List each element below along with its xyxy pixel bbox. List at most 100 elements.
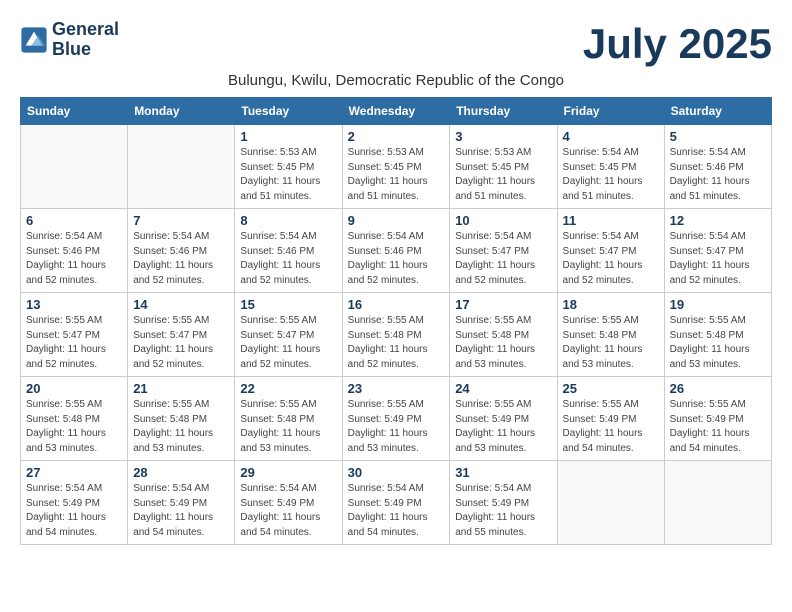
day-number: 31 (455, 465, 551, 480)
day-detail: Sunrise: 5:54 AM Sunset: 5:46 PM Dayligh… (240, 230, 336, 288)
calendar-subtitle: Bulungu, Kwilu, Democratic Republic of t… (20, 72, 772, 89)
calendar-cell: 27 Sunrise: 5:54 AM Sunset: 5:49 PM Dayli… (21, 461, 128, 545)
calendar-cell: 14 Sunrise: 5:55 AM Sunset: 5:47 PM Dayli… (128, 293, 235, 377)
day-detail: Sunrise: 5:54 AM Sunset: 5:46 PM Dayligh… (670, 146, 766, 204)
day-number: 13 (26, 297, 122, 312)
day-number: 20 (26, 381, 122, 396)
day-detail: Sunrise: 5:55 AM Sunset: 5:48 PM Dayligh… (348, 314, 445, 372)
day-number: 23 (348, 381, 445, 396)
day-number: 1 (240, 129, 336, 144)
day-detail: Sunrise: 5:54 AM Sunset: 5:46 PM Dayligh… (348, 230, 445, 288)
day-number: 5 (670, 129, 766, 144)
page-header: General Blue July 2025 (20, 20, 772, 68)
day-number: 7 (133, 213, 229, 228)
calendar-cell: 23 Sunrise: 5:55 AM Sunset: 5:49 PM Dayli… (342, 377, 450, 461)
day-number: 4 (563, 129, 659, 144)
day-number: 15 (240, 297, 336, 312)
day-detail: Sunrise: 5:54 AM Sunset: 5:49 PM Dayligh… (240, 482, 336, 540)
calendar-table: SundayMondayTuesdayWednesdayThursdayFrid… (20, 97, 772, 545)
calendar-cell: 5 Sunrise: 5:54 AM Sunset: 5:46 PM Daylig… (664, 125, 771, 209)
day-detail: Sunrise: 5:55 AM Sunset: 5:49 PM Dayligh… (455, 398, 551, 456)
calendar-week-row: 1 Sunrise: 5:53 AM Sunset: 5:45 PM Daylig… (21, 125, 772, 209)
day-detail: Sunrise: 5:54 AM Sunset: 5:49 PM Dayligh… (26, 482, 122, 540)
calendar-cell: 24 Sunrise: 5:55 AM Sunset: 5:49 PM Dayli… (450, 377, 557, 461)
day-number: 27 (26, 465, 122, 480)
day-detail: Sunrise: 5:55 AM Sunset: 5:48 PM Dayligh… (26, 398, 122, 456)
calendar-cell: 6 Sunrise: 5:54 AM Sunset: 5:46 PM Daylig… (21, 209, 128, 293)
day-number: 25 (563, 381, 659, 396)
day-number: 9 (348, 213, 445, 228)
day-number: 24 (455, 381, 551, 396)
day-of-week-header: Tuesday (235, 98, 342, 125)
day-number: 6 (26, 213, 122, 228)
calendar-cell: 10 Sunrise: 5:54 AM Sunset: 5:47 PM Dayli… (450, 209, 557, 293)
calendar-cell: 31 Sunrise: 5:54 AM Sunset: 5:49 PM Dayli… (450, 461, 557, 545)
calendar-week-row: 6 Sunrise: 5:54 AM Sunset: 5:46 PM Daylig… (21, 209, 772, 293)
logo-text: General Blue (52, 20, 119, 60)
calendar-cell: 15 Sunrise: 5:55 AM Sunset: 5:47 PM Dayli… (235, 293, 342, 377)
calendar-cell: 19 Sunrise: 5:55 AM Sunset: 5:48 PM Dayli… (664, 293, 771, 377)
day-number: 22 (240, 381, 336, 396)
day-detail: Sunrise: 5:55 AM Sunset: 5:47 PM Dayligh… (240, 314, 336, 372)
day-of-week-header: Saturday (664, 98, 771, 125)
day-detail: Sunrise: 5:55 AM Sunset: 5:48 PM Dayligh… (133, 398, 229, 456)
day-detail: Sunrise: 5:55 AM Sunset: 5:47 PM Dayligh… (133, 314, 229, 372)
calendar-week-row: 27 Sunrise: 5:54 AM Sunset: 5:49 PM Dayli… (21, 461, 772, 545)
day-number: 2 (348, 129, 445, 144)
calendar-cell: 26Sunrise: 5:55 AM Sunset: 5:49 PM Dayli… (664, 377, 771, 461)
day-number: 11 (563, 213, 659, 228)
day-number: 12 (670, 213, 766, 228)
calendar-cell: 29Sunrise: 5:54 AM Sunset: 5:49 PM Dayli… (235, 461, 342, 545)
calendar-cell (128, 125, 235, 209)
calendar-cell (664, 461, 771, 545)
day-number: 18 (563, 297, 659, 312)
day-number: 16 (348, 297, 445, 312)
calendar-cell (557, 461, 664, 545)
day-number: 10 (455, 213, 551, 228)
day-detail: Sunrise: 5:55 AM Sunset: 5:47 PM Dayligh… (26, 314, 122, 372)
day-number: 8 (240, 213, 336, 228)
day-number: 19 (670, 297, 766, 312)
calendar-cell: 9 Sunrise: 5:54 AM Sunset: 5:46 PM Daylig… (342, 209, 450, 293)
day-of-week-header: Sunday (21, 98, 128, 125)
day-detail: Sunrise: 5:53 AM Sunset: 5:45 PM Dayligh… (455, 146, 551, 204)
calendar-cell: 12 Sunrise: 5:54 AM Sunset: 5:47 PM Dayli… (664, 209, 771, 293)
day-number: 14 (133, 297, 229, 312)
calendar-cell: 2Sunrise: 5:53 AM Sunset: 5:45 PM Daylig… (342, 125, 450, 209)
day-of-week-header: Monday (128, 98, 235, 125)
day-detail: Sunrise: 5:55 AM Sunset: 5:48 PM Dayligh… (670, 314, 766, 372)
day-detail: Sunrise: 5:54 AM Sunset: 5:49 PM Dayligh… (348, 482, 445, 540)
calendar-week-row: 20 Sunrise: 5:55 AM Sunset: 5:48 PM Dayli… (21, 377, 772, 461)
calendar-cell: 8 Sunrise: 5:54 AM Sunset: 5:46 PM Daylig… (235, 209, 342, 293)
day-detail: Sunrise: 5:54 AM Sunset: 5:46 PM Dayligh… (26, 230, 122, 288)
day-detail: Sunrise: 5:54 AM Sunset: 5:47 PM Dayligh… (670, 230, 766, 288)
day-detail: Sunrise: 5:54 AM Sunset: 5:46 PM Dayligh… (133, 230, 229, 288)
logo-line2: Blue (52, 40, 119, 60)
day-detail: Sunrise: 5:54 AM Sunset: 5:47 PM Dayligh… (563, 230, 659, 288)
calendar-cell: 16 Sunrise: 5:55 AM Sunset: 5:48 PM Dayli… (342, 293, 450, 377)
logo-line1: General (52, 20, 119, 40)
day-of-week-header: Thursday (450, 98, 557, 125)
calendar-header-row: SundayMondayTuesdayWednesdayThursdayFrid… (21, 98, 772, 125)
day-number: 3 (455, 129, 551, 144)
day-number: 28 (133, 465, 229, 480)
calendar-cell: 28Sunrise: 5:54 AM Sunset: 5:49 PM Dayli… (128, 461, 235, 545)
calendar-cell: 21 Sunrise: 5:55 AM Sunset: 5:48 PM Dayli… (128, 377, 235, 461)
day-detail: Sunrise: 5:54 AM Sunset: 5:49 PM Dayligh… (455, 482, 551, 540)
day-detail: Sunrise: 5:55 AM Sunset: 5:48 PM Dayligh… (455, 314, 551, 372)
day-detail: Sunrise: 5:55 AM Sunset: 5:48 PM Dayligh… (563, 314, 659, 372)
day-detail: Sunrise: 5:54 AM Sunset: 5:47 PM Dayligh… (455, 230, 551, 288)
calendar-cell: 11 Sunrise: 5:54 AM Sunset: 5:47 PM Dayli… (557, 209, 664, 293)
day-detail: Sunrise: 5:55 AM Sunset: 5:49 PM Dayligh… (348, 398, 445, 456)
calendar-cell: 7 Sunrise: 5:54 AM Sunset: 5:46 PM Daylig… (128, 209, 235, 293)
day-detail: Sunrise: 5:54 AM Sunset: 5:45 PM Dayligh… (563, 146, 659, 204)
calendar-week-row: 13 Sunrise: 5:55 AM Sunset: 5:47 PM Dayli… (21, 293, 772, 377)
day-number: 21 (133, 381, 229, 396)
month-title: July 2025 (583, 20, 772, 68)
calendar-cell: 17 Sunrise: 5:55 AM Sunset: 5:48 PM Dayli… (450, 293, 557, 377)
day-detail: Sunrise: 5:55 AM Sunset: 5:48 PM Dayligh… (240, 398, 336, 456)
calendar-cell: 1Sunrise: 5:53 AM Sunset: 5:45 PM Daylig… (235, 125, 342, 209)
day-number: 26 (670, 381, 766, 396)
day-number: 17 (455, 297, 551, 312)
calendar-cell: 3 Sunrise: 5:53 AM Sunset: 5:45 PM Daylig… (450, 125, 557, 209)
